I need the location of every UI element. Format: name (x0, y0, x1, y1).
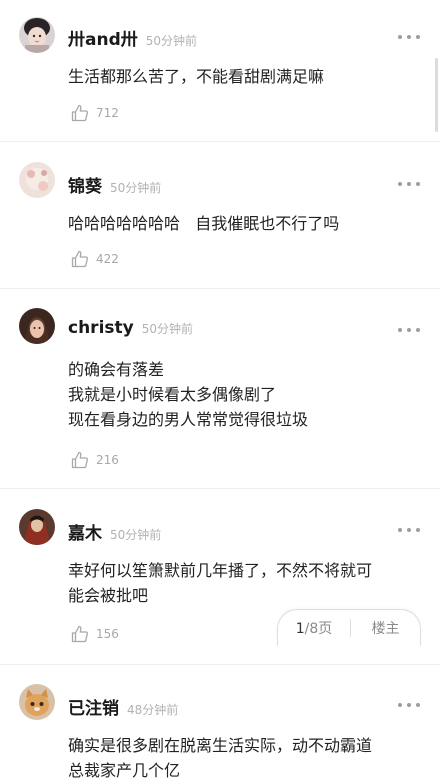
divider (0, 288, 440, 289)
comment-text: 幸好何以笙箫默前几年播了，不然不将就可 能会被批吧 (68, 558, 418, 608)
timestamp: 48分钟前 (127, 703, 179, 717)
comment-line: 总裁家产几个亿 (68, 761, 181, 780)
current-page: 1 (295, 621, 305, 637)
comment-line: 的确会有落差 (68, 360, 165, 379)
more-options-icon[interactable] (398, 701, 420, 709)
comment-text: 的确会有落差 我就是小时候看太多偶像剧了 现在看身边的男人常常觉得很垃圾 (68, 357, 418, 432)
page-switcher: 1/8页 楼主 (277, 609, 421, 646)
like-count: 712 (96, 106, 119, 120)
thumbs-up-icon (71, 625, 88, 643)
comment-text: 确实是很多剧在脱离生活实际，动不动霸道 总裁家产几个亿 (68, 733, 418, 782)
thumbs-up-icon (71, 451, 88, 469)
username-text[interactable]: 卅and卅 (68, 30, 138, 50)
more-options-icon[interactable] (398, 33, 420, 41)
comment-list-page: 卅and卅 50分钟前 生活都那么苦了，不能看甜剧满足嘛 712 锦葵 50分钟前 (0, 0, 440, 782)
comment-line: 生活都那么苦了，不能看甜剧满足嘛 (68, 67, 325, 86)
comment-line: 幸好何以笙箫默前几年播了，不然不将就可 (68, 561, 373, 580)
username[interactable]: 已注销 48分钟前 (68, 694, 178, 719)
scrollbar[interactable] (435, 58, 438, 132)
timestamp: 50分钟前 (110, 181, 162, 195)
more-options-icon[interactable] (398, 326, 420, 334)
divider (0, 141, 440, 142)
timestamp: 50分钟前 (141, 322, 193, 336)
divider (0, 664, 440, 665)
comment-line: 能会被批吧 (68, 586, 149, 605)
avatar[interactable] (19, 684, 55, 720)
page-indicator[interactable]: 1/8页 (278, 618, 350, 638)
comment-line: 哈哈哈哈哈哈哈 自我催眠也不行了吗 (68, 214, 340, 233)
like-button[interactable]: 422 (70, 249, 119, 269)
more-options-icon[interactable] (398, 180, 420, 188)
comment-line: 我就是小时候看太多偶像剧了 (68, 385, 277, 404)
username[interactable]: 锦葵 50分钟前 (68, 172, 161, 197)
divider (0, 488, 440, 489)
more-options-icon[interactable] (398, 526, 420, 534)
like-button[interactable]: 216 (70, 450, 119, 470)
timestamp: 50分钟前 (110, 528, 162, 542)
username[interactable]: christy 50分钟前 (68, 318, 193, 338)
avatar[interactable] (19, 509, 55, 545)
thumbs-up-icon (71, 104, 88, 122)
comment-text: 哈哈哈哈哈哈哈 自我催眠也不行了吗 (68, 211, 418, 236)
comment-line: 确实是很多剧在脱离生活实际，动不动霸道 (68, 736, 373, 755)
username-text[interactable]: 已注销 (68, 699, 119, 719)
op-only-button[interactable]: 楼主 (351, 618, 420, 638)
like-button[interactable]: 156 (70, 624, 119, 644)
username-text[interactable]: christy (68, 318, 134, 338)
thumbs-up-icon (71, 250, 88, 268)
comment-line: 现在看身边的男人常常觉得很垃圾 (68, 410, 309, 429)
comment-text: 生活都那么苦了，不能看甜剧满足嘛 (68, 64, 418, 89)
like-count: 216 (96, 453, 119, 467)
like-count: 156 (96, 627, 119, 641)
avatar[interactable] (19, 162, 55, 198)
username-text[interactable]: 嘉木 (68, 524, 102, 544)
username[interactable]: 卅and卅 50分钟前 (68, 25, 197, 50)
like-count: 422 (96, 252, 119, 266)
username-text[interactable]: 锦葵 (68, 177, 102, 197)
username[interactable]: 嘉木 50分钟前 (68, 519, 161, 544)
like-button[interactable]: 712 (70, 103, 119, 123)
avatar[interactable] (19, 308, 55, 344)
timestamp: 50分钟前 (145, 34, 198, 48)
avatar[interactable] (19, 17, 55, 53)
total-pages: /8页 (304, 621, 333, 637)
